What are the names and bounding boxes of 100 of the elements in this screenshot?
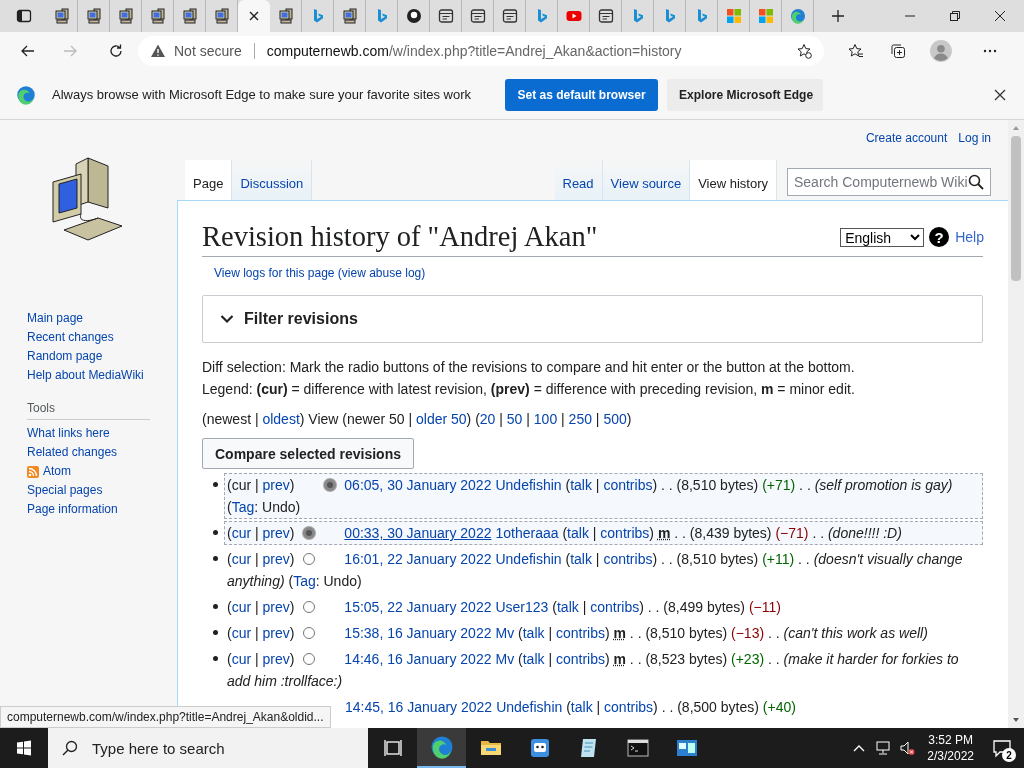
revision-link[interactable]: Undefishin — [495, 477, 562, 493]
scroll-thumb[interactable] — [1011, 136, 1021, 281]
page-tab[interactable]: Page — [185, 160, 233, 200]
taskbar-search-field[interactable]: Type here to search — [90, 738, 368, 758]
radio-button[interactable] — [303, 653, 316, 665]
paging-link[interactable]: 50 — [506, 411, 523, 427]
radio-button[interactable] — [303, 553, 316, 565]
revision-link[interactable]: prev — [262, 599, 290, 615]
search-field[interactable]: Search Computernewb Wiki — [787, 168, 991, 196]
paging-link[interactable]: 20 — [479, 411, 496, 427]
explore-button[interactable]: Explore Microsoft Edge — [667, 78, 824, 111]
taskbar-search-box[interactable]: Type here to search — [48, 728, 368, 768]
default-browser-button[interactable]: Set as default browser — [505, 78, 659, 111]
restore-icon[interactable] — [949, 10, 961, 22]
revision-link[interactable]: talk — [570, 477, 592, 493]
revision-date-link[interactable]: 15:38, 16 January 2022 — [344, 625, 492, 641]
revision-date-link[interactable]: 14:45, 16 January 2022 — [345, 699, 493, 715]
revision-link[interactable]: cur — [231, 551, 252, 567]
page-tab[interactable]: Discussion — [232, 160, 313, 200]
sidebar-link[interactable]: Atom — [43, 462, 71, 481]
address-field[interactable]: Not secure computernewb.com/w/index.php?title=Andrej_Akan&action=history — [138, 36, 825, 66]
revision-link[interactable]: prev — [262, 551, 290, 567]
sidebar-link[interactable]: Recent changes — [27, 328, 114, 347]
revision-link[interactable]: Undefishin — [496, 699, 563, 715]
network-icon[interactable] — [875, 740, 892, 756]
revision-link[interactable]: contribs — [600, 525, 650, 541]
revision-link[interactable]: prev — [262, 625, 290, 641]
radio-button[interactable] — [324, 479, 337, 491]
revision-link[interactable]: prev — [262, 477, 290, 493]
revision-link[interactable]: Mv — [495, 651, 515, 667]
view-tab[interactable]: Read — [554, 160, 603, 200]
collections-icon[interactable] — [890, 43, 907, 59]
paging-link[interactable]: 100 — [533, 411, 558, 427]
profile-avatar[interactable] — [930, 40, 952, 62]
sidebar-link[interactable]: Main page — [27, 309, 84, 328]
revision-date-link[interactable]: 16:01, 22 January 2022 — [344, 551, 492, 567]
revision-link[interactable]: 1otheraaa — [495, 525, 559, 541]
sidebar-link[interactable]: Help about MediaWiki — [27, 366, 144, 385]
radio-button[interactable] — [303, 527, 316, 539]
revision-link[interactable]: prev — [262, 651, 290, 667]
view-tab[interactable]: View source — [602, 160, 691, 200]
revision-link[interactable]: User123 — [495, 599, 549, 615]
revision-date-link[interactable]: 00:33, 30 January 2022 — [344, 525, 492, 541]
back-icon[interactable] — [20, 43, 36, 59]
revision-link[interactable]: talk — [570, 699, 593, 715]
revision-link[interactable]: Mv — [495, 625, 515, 641]
logs-link[interactable]: View logs for this page — [214, 266, 335, 280]
view-tab[interactable]: View history — [690, 160, 777, 200]
help-link[interactable]: Help — [955, 229, 984, 245]
sidebar-link[interactable]: Related changes — [27, 443, 118, 462]
scrollbar[interactable] — [1008, 120, 1024, 728]
revision-link[interactable]: talk — [567, 525, 589, 541]
revision-link[interactable]: contribs — [603, 477, 653, 493]
muted-speaker-icon[interactable] — [899, 740, 916, 756]
new-tab-icon[interactable] — [830, 8, 846, 24]
revision-link[interactable]: prev — [262, 525, 290, 541]
abuse-log-link[interactable]: (view abuse log) — [337, 266, 426, 280]
language-select[interactable]: English — [840, 227, 925, 247]
revision-link[interactable]: contribs — [555, 651, 605, 667]
revision-link[interactable]: Undefishin — [495, 551, 562, 567]
revision-date-link[interactable]: 06:05, 30 January 2022 — [344, 477, 492, 493]
revision-link[interactable]: contribs — [604, 699, 654, 715]
search-icon[interactable] — [968, 174, 984, 190]
revision-link[interactable]: cur — [231, 625, 252, 641]
favorites-icon[interactable] — [848, 43, 865, 59]
revision-date-link[interactable]: 14:46, 16 January 2022 — [344, 651, 492, 667]
tab-actions-icon[interactable] — [16, 8, 32, 24]
paging-link[interactable]: 250 — [568, 411, 592, 427]
revision-link[interactable]: talk — [522, 651, 545, 667]
account-link[interactable]: Log in — [958, 131, 991, 145]
refresh-icon[interactable] — [108, 43, 124, 59]
compare-button[interactable]: Compare selected revisions — [202, 438, 414, 469]
paging-link[interactable]: oldest — [262, 411, 300, 427]
help-icon[interactable]: ? — [929, 227, 950, 247]
close-icon[interactable] — [994, 10, 1006, 22]
windows-icon[interactable] — [16, 740, 32, 756]
revision-link[interactable]: talk — [522, 625, 545, 641]
revision-link[interactable]: cur — [231, 651, 252, 667]
add-favorite-icon[interactable] — [796, 43, 813, 59]
sidebar-link[interactable]: Page information — [27, 500, 118, 519]
notification-button[interactable]: 2 — [984, 728, 1020, 768]
sidebar-link[interactable]: What links here — [27, 424, 110, 443]
revision-link[interactable]: contribs — [555, 625, 605, 641]
paging-link[interactable]: older 50 — [416, 411, 467, 427]
revision-link[interactable]: cur — [231, 599, 252, 615]
radio-button[interactable] — [303, 627, 316, 639]
revision-link[interactable]: talk — [570, 551, 592, 567]
paging-link[interactable]: 500 — [603, 411, 627, 427]
revision-text: ) — [604, 651, 611, 667]
revision-link[interactable]: contribs — [590, 599, 640, 615]
revision-link[interactable]: Tag — [293, 573, 316, 589]
revision-link[interactable]: cur — [231, 525, 252, 541]
filter-revisions-toggle[interactable]: Filter revisions — [202, 295, 983, 343]
sidebar-link[interactable]: Random page — [27, 347, 103, 366]
account-link[interactable]: Create account — [865, 131, 948, 145]
radio-button[interactable] — [303, 601, 316, 613]
sidebar-link[interactable]: Special pages — [27, 481, 103, 500]
revision-link[interactable]: contribs — [603, 551, 653, 567]
revision-date-link[interactable]: 15:05, 22 January 2022 — [344, 599, 492, 615]
revision-link[interactable]: talk — [556, 599, 579, 615]
